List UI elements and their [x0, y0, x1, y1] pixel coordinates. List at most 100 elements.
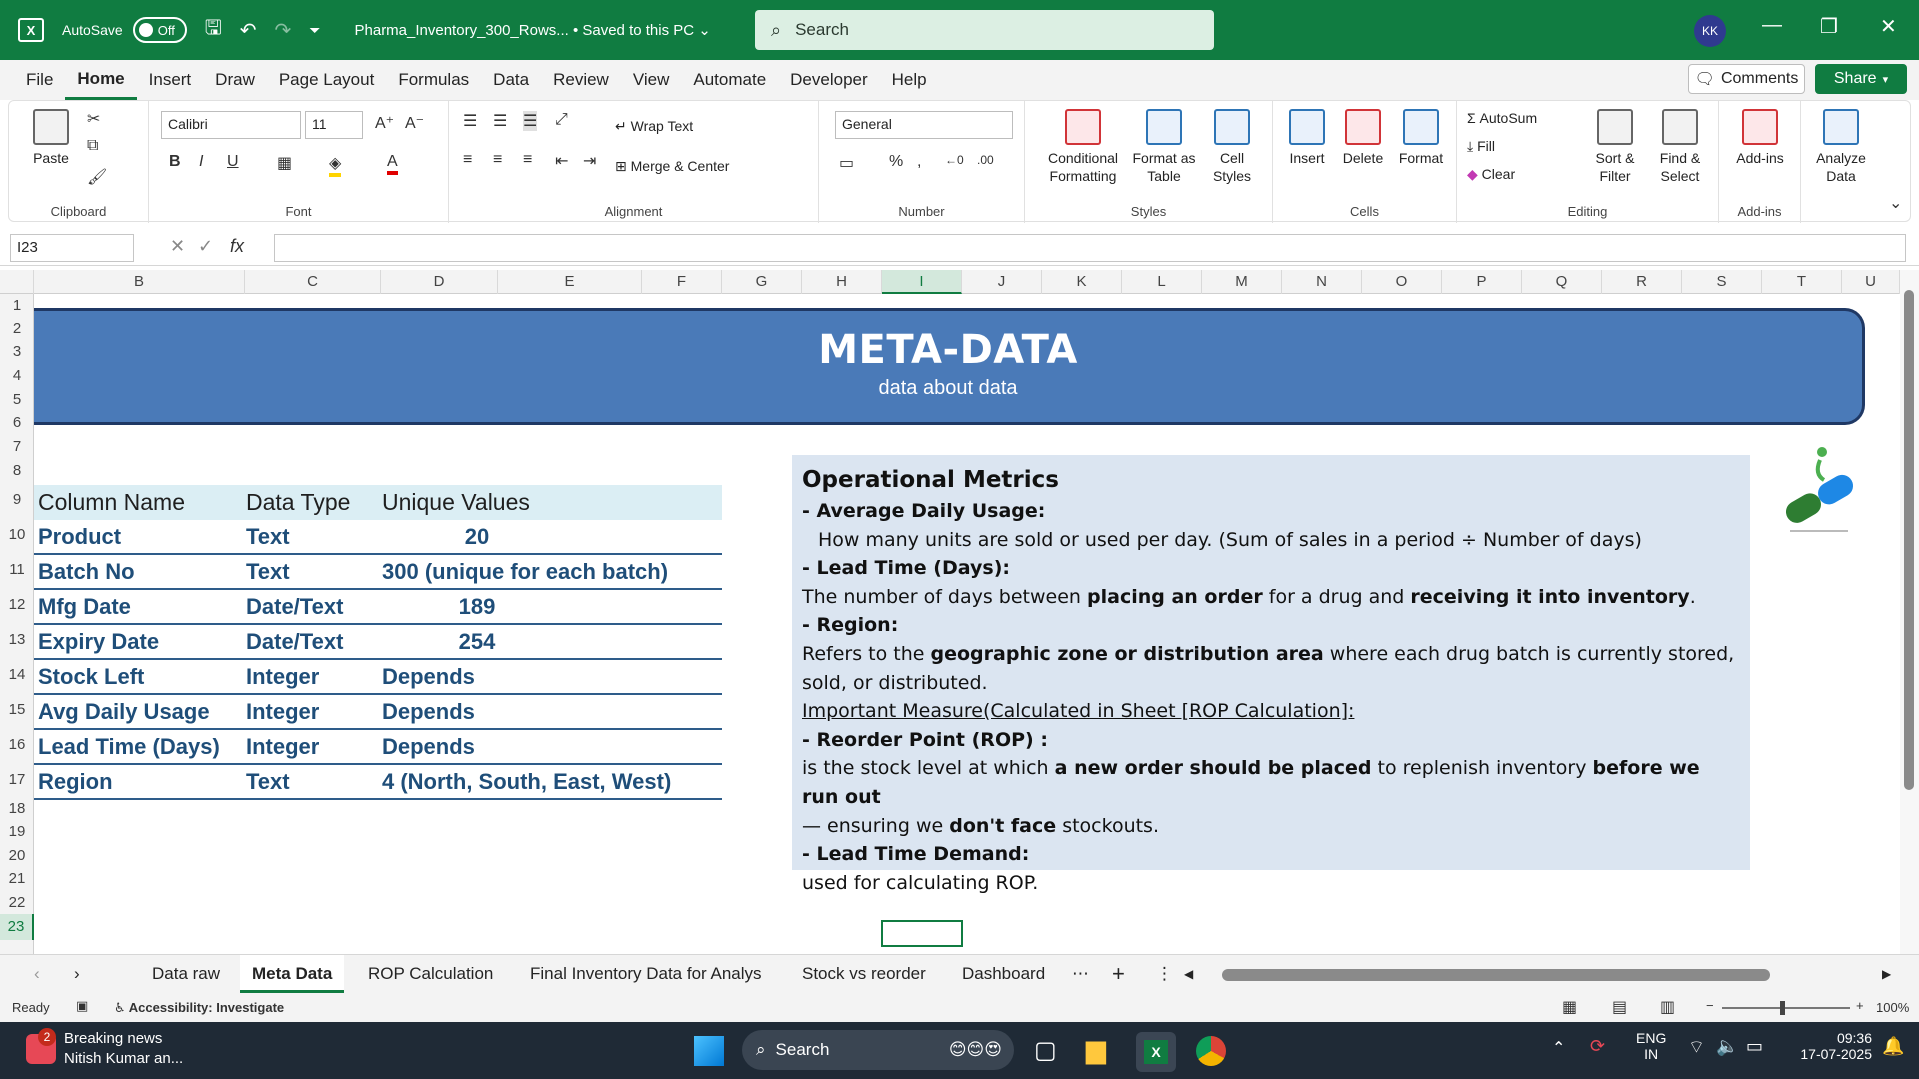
cell-data-type[interactable]: Date/Text	[246, 594, 382, 620]
column-header-d[interactable]: D	[381, 270, 498, 294]
row-header-20[interactable]: 20	[0, 844, 34, 867]
column-header-o[interactable]: O	[1362, 270, 1442, 294]
more-sheets-icon[interactable]: ⋯	[1060, 955, 1101, 993]
borders-icon[interactable]: ▦	[277, 153, 292, 173]
row-header-9[interactable]: 9	[0, 482, 34, 517]
add-sheet-icon[interactable]: +	[1100, 955, 1137, 993]
sort-filter-button[interactable]: Sort & Filter	[1587, 109, 1643, 185]
cell-unique-values[interactable]: 20	[382, 524, 722, 550]
cell-data-type[interactable]: Integer	[246, 699, 382, 725]
tab-view[interactable]: View	[621, 60, 682, 100]
paste-button[interactable]: Paste	[23, 109, 79, 167]
sheet-tab-stock-vs-reorder[interactable]: Stock vs reorder	[790, 955, 938, 993]
normal-view-icon[interactable]: ▦	[1562, 997, 1577, 1017]
taskbar-search[interactable]: ⌕ Search 😊😊😍	[742, 1030, 1014, 1070]
increase-decimal-icon[interactable]: ←0	[945, 153, 964, 167]
wifi-icon[interactable]: ⌔	[1688, 1036, 1705, 1059]
avatar[interactable]: KK	[1694, 15, 1726, 47]
row-header-10[interactable]: 10	[0, 517, 34, 552]
prev-sheet-icon[interactable]: ‹	[22, 955, 52, 993]
cell-data-type[interactable]: Text	[246, 524, 382, 550]
column-header-h[interactable]: H	[802, 270, 882, 294]
cell-unique-values[interactable]: Depends	[382, 699, 722, 725]
function-icon[interactable]: fx	[230, 236, 244, 257]
cell-unique-values[interactable]: 4 (North, South, East, West)	[382, 769, 722, 795]
cell-column-name[interactable]: Expiry Date	[34, 629, 246, 655]
cell-data-type[interactable]: Text	[246, 559, 382, 585]
redo-icon[interactable]: ↷	[275, 18, 292, 43]
tab-review[interactable]: Review	[541, 60, 621, 100]
sheet-tab-dashboard[interactable]: Dashboard	[950, 955, 1057, 993]
cell-column-name[interactable]: Lead Time (Days)	[34, 734, 246, 760]
cell-column-name[interactable]: Mfg Date	[34, 594, 246, 620]
show-hidden-icons-icon[interactable]: ⌃	[1552, 1038, 1565, 1058]
column-header-n[interactable]: N	[1282, 270, 1362, 294]
page-break-view-icon[interactable]: ▥	[1660, 997, 1675, 1017]
row-header-4[interactable]: 4	[0, 364, 34, 388]
header-unique-values[interactable]: Unique Values	[382, 489, 722, 516]
sheet-tab-rop-calculation[interactable]: ROP Calculation	[356, 955, 505, 993]
windows-start-icon[interactable]	[694, 1036, 724, 1066]
enter-icon[interactable]: ✓	[198, 236, 213, 257]
column-header-c[interactable]: C	[245, 270, 381, 294]
cancel-icon[interactable]: ✕	[170, 236, 185, 257]
cell-unique-values[interactable]: Depends	[382, 734, 722, 760]
header-column-name[interactable]: Column Name	[34, 489, 246, 516]
fill-color-icon[interactable]: ◈	[329, 153, 342, 177]
sync-icon[interactable]: ⟳	[1590, 1036, 1605, 1057]
tab-insert[interactable]: Insert	[137, 60, 204, 100]
cell-unique-values[interactable]: 254	[382, 629, 722, 655]
row-header-16[interactable]: 16	[0, 727, 34, 762]
cell-data-type[interactable]: Date/Text	[246, 629, 382, 655]
conditional-formatting-button[interactable]: Conditional Formatting	[1041, 109, 1125, 185]
column-header-m[interactable]: M	[1202, 270, 1282, 294]
battery-icon[interactable]: ▭	[1746, 1036, 1763, 1057]
scroll-right-icon[interactable]: ▶	[1870, 955, 1903, 993]
align-left-icon[interactable]: ≡	[463, 151, 472, 169]
decrease-decimal-icon[interactable]: .00	[977, 153, 994, 167]
cell-column-name[interactable]: Avg Daily Usage	[34, 699, 246, 725]
row-header-8[interactable]: 8	[0, 459, 34, 482]
tab-automate[interactable]: Automate	[681, 60, 778, 100]
clock[interactable]: 09:36 17-07-2025	[1782, 1030, 1872, 1062]
format-painter-icon[interactable]: 🖌	[87, 167, 107, 187]
cell-data-type[interactable]: Integer	[246, 734, 382, 760]
format-cells-button[interactable]: Format	[1393, 109, 1449, 167]
vertical-scrollbar[interactable]	[1900, 270, 1919, 954]
sheet-tab-data-raw[interactable]: Data raw	[140, 955, 232, 993]
cell-unique-values[interactable]: 300 (unique for each batch)	[382, 559, 722, 585]
column-header-p[interactable]: P	[1442, 270, 1522, 294]
volume-icon[interactable]: 🔈	[1716, 1036, 1738, 1057]
align-middle-icon[interactable]: ☰	[493, 111, 507, 131]
column-header-i[interactable]: I	[882, 270, 962, 294]
task-view-icon[interactable]: ▢	[1034, 1036, 1057, 1065]
clear-button[interactable]: ◆ Clear	[1467, 165, 1515, 183]
document-title[interactable]: Pharma_Inventory_300_Rows... • Saved to …	[355, 21, 711, 39]
column-header-r[interactable]: R	[1602, 270, 1682, 294]
accounting-icon[interactable]: ▭	[839, 153, 854, 173]
next-sheet-icon[interactable]: ›	[62, 955, 92, 993]
row-header-17[interactable]: 17	[0, 762, 34, 797]
column-header-s[interactable]: S	[1682, 270, 1762, 294]
cell-data-type[interactable]: Integer	[246, 664, 382, 690]
row-header-14[interactable]: 14	[0, 657, 34, 692]
align-right-icon[interactable]: ≡	[523, 151, 532, 169]
row-header-7[interactable]: 7	[0, 435, 34, 459]
notifications-icon[interactable]: 🔔	[1882, 1036, 1904, 1057]
row-header-6[interactable]: 6	[0, 411, 34, 435]
row-header-13[interactable]: 13	[0, 622, 34, 657]
column-header-f[interactable]: F	[642, 270, 722, 294]
name-box[interactable]: I23	[10, 234, 134, 262]
font-color-icon[interactable]: A	[387, 153, 398, 175]
comments-button[interactable]: 🗨 Comments	[1688, 64, 1805, 94]
cell-styles-button[interactable]: Cell Styles	[1201, 109, 1263, 185]
row-header-12[interactable]: 12	[0, 587, 34, 622]
tab-formulas[interactable]: Formulas	[386, 60, 481, 100]
autosum-button[interactable]: Σ AutoSum	[1467, 109, 1537, 127]
tab-draw[interactable]: Draw	[203, 60, 267, 100]
column-header-b[interactable]: B	[34, 270, 245, 294]
excel-taskbar-icon[interactable]: X	[1136, 1032, 1176, 1072]
row-header-23[interactable]: 23	[0, 914, 34, 940]
undo-icon[interactable]: ↶	[240, 18, 257, 43]
header-data-type[interactable]: Data Type	[246, 489, 382, 516]
